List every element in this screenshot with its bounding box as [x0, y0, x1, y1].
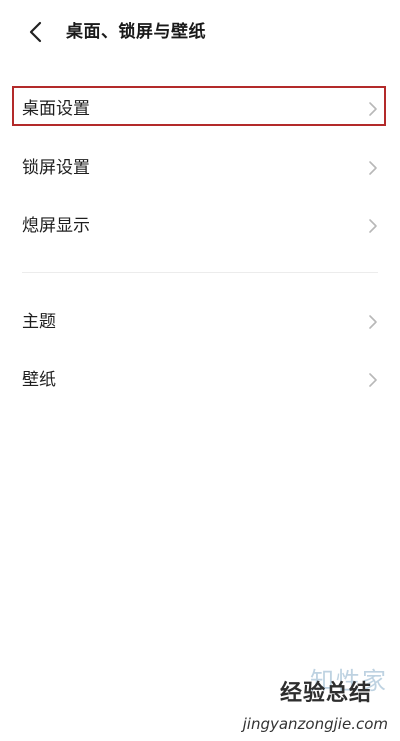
row-label-wallpaper: 壁纸: [22, 370, 56, 390]
top-bar: 桌面、锁屏与壁纸: [0, 0, 400, 64]
section-divider: [22, 272, 378, 273]
chevron-right-icon: [369, 315, 377, 329]
watermark-site-name: 经验总结: [279, 681, 372, 706]
chevron-left-icon: [29, 21, 42, 43]
settings-row-aod[interactable]: 熄屏显示: [0, 201, 400, 251]
watermark: 知性家 经验总结 jingyanzongjie.com: [232, 663, 392, 733]
row-label-aod: 熄屏显示: [22, 216, 90, 236]
watermark-url: jingyanzongjie.com: [242, 715, 388, 733]
settings-row-theme[interactable]: 主题: [0, 297, 400, 347]
row-label-theme: 主题: [22, 312, 56, 332]
chevron-right-icon: [369, 161, 377, 175]
page-title: 桌面、锁屏与壁纸: [66, 22, 206, 42]
row-label-lockscreen: 锁屏设置: [22, 158, 90, 178]
settings-row-lockscreen[interactable]: 锁屏设置: [0, 143, 400, 193]
chevron-right-icon: [369, 102, 377, 116]
settings-row-desktop[interactable]: 桌面设置: [0, 84, 400, 134]
row-label-desktop: 桌面设置: [22, 99, 90, 119]
chevron-right-icon: [369, 219, 377, 233]
settings-row-wallpaper[interactable]: 壁纸: [0, 355, 400, 405]
back-button[interactable]: [22, 18, 50, 46]
chevron-right-icon: [369, 373, 377, 387]
